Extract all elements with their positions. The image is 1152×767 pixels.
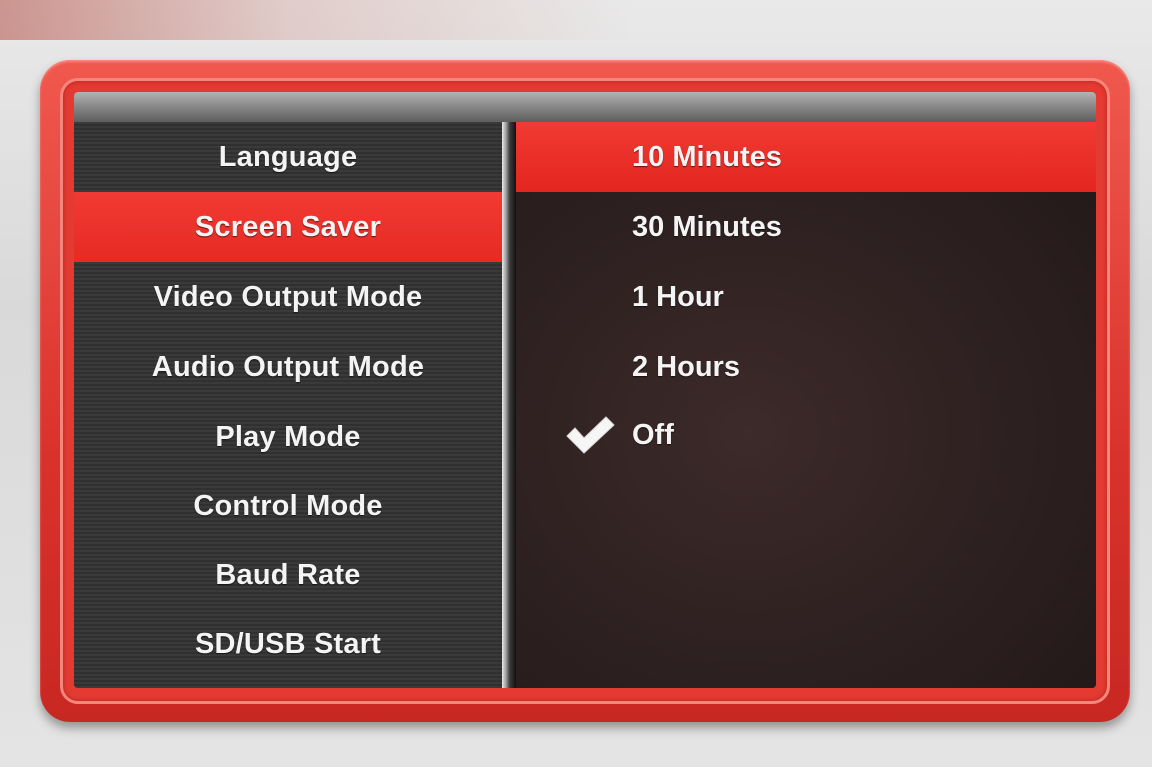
menu-item-screen-saver[interactable]: Screen Saver xyxy=(74,192,502,262)
menu-item-label: Play Mode xyxy=(215,420,361,453)
menu-item-control-mode[interactable]: Control Mode xyxy=(74,471,502,541)
column-divider xyxy=(502,122,516,688)
panel-header-bar xyxy=(74,92,1096,122)
menu-item-label: Baud Rate xyxy=(215,558,361,591)
menu-item-label: Video Output Mode xyxy=(153,280,423,313)
menu-item-audio-output-mode[interactable]: Audio Output Mode xyxy=(74,332,502,402)
option-label: 2 Hours xyxy=(632,350,740,383)
settings-panel: Language Screen Saver Video Output Mode … xyxy=(74,92,1096,688)
menu-item-label: Screen Saver xyxy=(194,210,382,243)
option-1-hour[interactable]: 1 Hour xyxy=(516,262,1096,332)
settings-category-list: Language Screen Saver Video Output Mode … xyxy=(74,122,502,688)
menu-item-video-output-mode[interactable]: Video Output Mode xyxy=(74,262,502,332)
menu-item-baud-rate[interactable]: Baud Rate xyxy=(74,540,502,610)
menu-item-sd-usb-start[interactable]: SD/USB Start xyxy=(74,609,502,679)
menu-item-label: SD/USB Start xyxy=(194,627,382,660)
menu-item-label: Language xyxy=(218,140,358,173)
option-label: 1 Hour xyxy=(632,280,724,313)
option-30-minutes[interactable]: 30 Minutes xyxy=(516,192,1096,262)
menu-item-play-mode[interactable]: Play Mode xyxy=(74,402,502,472)
menu-item-label: Control Mode xyxy=(193,489,383,522)
option-label: Off xyxy=(632,418,674,451)
option-off[interactable]: Off xyxy=(516,400,1096,470)
option-10-minutes[interactable]: 10 Minutes xyxy=(516,122,1096,192)
menu-item-label: Audio Output Mode xyxy=(151,350,425,383)
background-glare xyxy=(0,0,1152,40)
option-2-hours[interactable]: 2 Hours xyxy=(516,332,1096,402)
menu-item-language[interactable]: Language xyxy=(74,122,502,192)
checkmark-icon xyxy=(566,416,615,454)
screen-saver-options-list: 10 Minutes 30 Minutes 1 Hour 2 Hours Off xyxy=(516,122,1096,688)
option-label: 10 Minutes xyxy=(632,140,782,173)
option-label: 30 Minutes xyxy=(632,210,782,243)
